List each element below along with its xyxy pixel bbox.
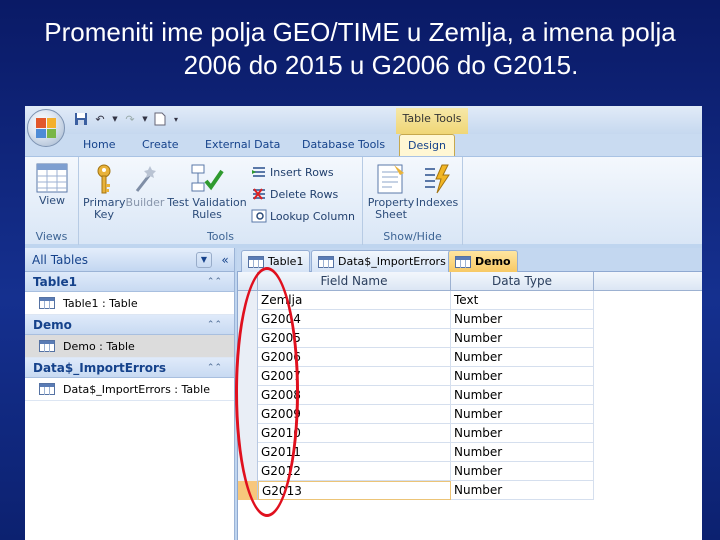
dropdown-arrow-icon[interactable]: ▼ bbox=[141, 111, 149, 127]
title-bar: ↶ ▼ ↷ ▼ ▾ Table Tools bbox=[25, 106, 702, 134]
save-icon[interactable] bbox=[73, 111, 89, 127]
table-row[interactable]: G2013 Number bbox=[238, 481, 594, 500]
indexes-lightning-icon bbox=[425, 164, 450, 194]
data-type-cell[interactable]: Number bbox=[451, 367, 594, 386]
tab-home[interactable]: Home bbox=[83, 138, 115, 151]
new-document-icon[interactable] bbox=[152, 111, 168, 127]
delete-rows-icon bbox=[253, 188, 265, 200]
red-annotation-ellipse bbox=[235, 267, 299, 517]
undo-icon[interactable]: ↶ bbox=[92, 111, 108, 127]
builder-button[interactable]: Builder bbox=[125, 163, 165, 209]
table-row[interactable]: Zemlja Text bbox=[238, 291, 594, 310]
views-group: View Views bbox=[25, 157, 79, 245]
collapse-group-icon[interactable]: ⌃⌃ bbox=[207, 320, 222, 330]
tab-create[interactable]: Create bbox=[142, 138, 179, 151]
indexes-button[interactable]: Indexes bbox=[415, 163, 459, 209]
column-header-field-name[interactable]: Field Name bbox=[258, 272, 451, 291]
caption-line-2: 2006 do 2015 u G2006 do G2015. bbox=[183, 50, 579, 80]
grid-header: Field Name Data Type bbox=[238, 272, 702, 291]
data-type-cell[interactable]: Number bbox=[451, 443, 594, 462]
dropdown-arrow-icon[interactable]: ▼ bbox=[111, 111, 119, 127]
data-type-cell[interactable]: Number bbox=[451, 481, 594, 500]
validation-rules-icon bbox=[191, 164, 224, 192]
view-button[interactable]: View bbox=[30, 163, 74, 207]
insert-rows-icon bbox=[252, 167, 265, 177]
table-icon bbox=[248, 255, 264, 268]
insert-rows-label: Insert Rows bbox=[270, 165, 334, 179]
lookup-column-button[interactable]: Lookup Column bbox=[251, 209, 355, 223]
table-icon bbox=[455, 255, 471, 268]
builder-label: Builder bbox=[125, 196, 165, 209]
show-hide-group: Property Sheet Indexes Show/Hide bbox=[363, 157, 463, 245]
lookup-column-label: Lookup Column bbox=[270, 209, 356, 223]
customize-toolbar-icon[interactable]: ▾ bbox=[171, 111, 181, 127]
nav-item-import-errors[interactable]: Data$_ImportErrors : Table bbox=[25, 378, 234, 401]
data-type-cell[interactable]: Number bbox=[451, 386, 594, 405]
nav-pane-title: All Tables bbox=[32, 252, 88, 267]
doc-tab-table1[interactable]: Table1 bbox=[241, 250, 311, 272]
property-sheet-label: Property Sheet bbox=[367, 196, 415, 221]
chevron-down-icon[interactable]: ▼ bbox=[196, 251, 212, 268]
nav-item-demo[interactable]: Demo : Table bbox=[25, 335, 234, 358]
insert-rows-button[interactable]: Insert Rows bbox=[251, 165, 334, 179]
data-type-cell[interactable]: Number bbox=[451, 310, 594, 329]
slide-caption: Promeniti ime polja GEO/TIME u Zemlja, a… bbox=[0, 16, 720, 82]
tab-external-data[interactable]: External Data bbox=[205, 138, 280, 151]
document-tabs: Table1 Data$_ImportErrors Demo bbox=[237, 248, 702, 272]
quick-access-toolbar: ↶ ▼ ↷ ▼ ▾ bbox=[73, 111, 181, 127]
table-design-grid: Field Name Data Type Zemlja Text G2004 Numb… bbox=[237, 272, 702, 540]
nav-item-table1[interactable]: Table1 : Table bbox=[25, 292, 234, 315]
views-group-label: Views bbox=[35, 230, 68, 243]
data-type-cell[interactable]: Number bbox=[451, 424, 594, 443]
nav-group-demo[interactable]: Demo ⌃⌃ bbox=[25, 315, 234, 335]
property-sheet-button[interactable]: Property Sheet bbox=[367, 163, 415, 221]
data-type-cell[interactable]: Number bbox=[451, 462, 594, 481]
primary-key-label: Primary Key bbox=[83, 196, 126, 221]
indexes-label: Indexes bbox=[415, 196, 459, 209]
table-icon bbox=[39, 383, 55, 395]
tab-database-tools[interactable]: Database Tools bbox=[302, 138, 385, 151]
nav-pane-header[interactable]: All Tables ▼ « bbox=[25, 248, 234, 272]
office-button[interactable] bbox=[27, 109, 65, 147]
collapse-pane-icon[interactable]: « bbox=[216, 253, 234, 267]
table-tools-context-label: Table Tools bbox=[396, 108, 468, 134]
data-type-cell[interactable]: Number bbox=[451, 405, 594, 424]
office-logo-icon bbox=[36, 118, 56, 138]
test-validation-label: Test Validation Rules bbox=[167, 196, 247, 221]
doc-tab-demo[interactable]: Demo bbox=[448, 250, 518, 272]
collapse-group-icon[interactable]: ⌃⌃ bbox=[207, 277, 222, 287]
primary-key-button[interactable]: Primary Key bbox=[83, 163, 126, 221]
delete-rows-button[interactable]: Delete Rows bbox=[251, 187, 338, 201]
data-type-cell[interactable]: Text bbox=[451, 291, 594, 310]
key-icon bbox=[97, 164, 111, 194]
doc-tab-import-errors[interactable]: Data$_ImportErrors bbox=[311, 250, 453, 272]
builder-wand-icon bbox=[135, 166, 156, 192]
ribbon: View Views Primary Key Builder Test Vali… bbox=[25, 156, 702, 245]
nav-group-table1[interactable]: Table1 ⌃⌃ bbox=[25, 272, 234, 292]
view-button-label: View bbox=[38, 194, 66, 207]
lookup-column-icon bbox=[251, 209, 267, 223]
data-type-cell[interactable]: Number bbox=[451, 329, 594, 348]
ribbon-tabs: Home Create External Data Database Tools… bbox=[25, 134, 702, 156]
table-icon bbox=[39, 340, 55, 352]
column-header-data-type[interactable]: Data Type bbox=[451, 272, 594, 291]
redo-icon[interactable]: ↷ bbox=[122, 111, 138, 127]
caption-line-1: Promeniti ime polja GEO/TIME u Zemlja, a… bbox=[44, 17, 676, 47]
access-window: ↶ ▼ ↷ ▼ ▾ Table Tools Home Create Extern… bbox=[25, 106, 702, 540]
property-sheet-icon bbox=[377, 164, 404, 194]
datasheet-view-icon bbox=[36, 163, 68, 193]
test-validation-rules-button[interactable]: Test Validation Rules bbox=[167, 163, 247, 221]
nav-group-import-errors[interactable]: Data$_ImportErrors ⌃⌃ bbox=[25, 358, 234, 378]
table-icon bbox=[318, 255, 334, 268]
collapse-group-icon[interactable]: ⌃⌃ bbox=[207, 363, 222, 373]
data-type-cell[interactable]: Number bbox=[451, 348, 594, 367]
tools-group-label: Tools bbox=[206, 230, 235, 243]
tools-group: Primary Key Builder Test Validation Rule… bbox=[79, 157, 363, 245]
tab-design[interactable]: Design bbox=[399, 134, 455, 156]
navigation-pane: All Tables ▼ « Table1 ⌃⌃ Table1 : Table … bbox=[25, 248, 235, 540]
table-icon bbox=[39, 297, 55, 309]
show-hide-group-label: Show/Hide bbox=[383, 230, 442, 243]
delete-rows-label: Delete Rows bbox=[270, 187, 339, 201]
